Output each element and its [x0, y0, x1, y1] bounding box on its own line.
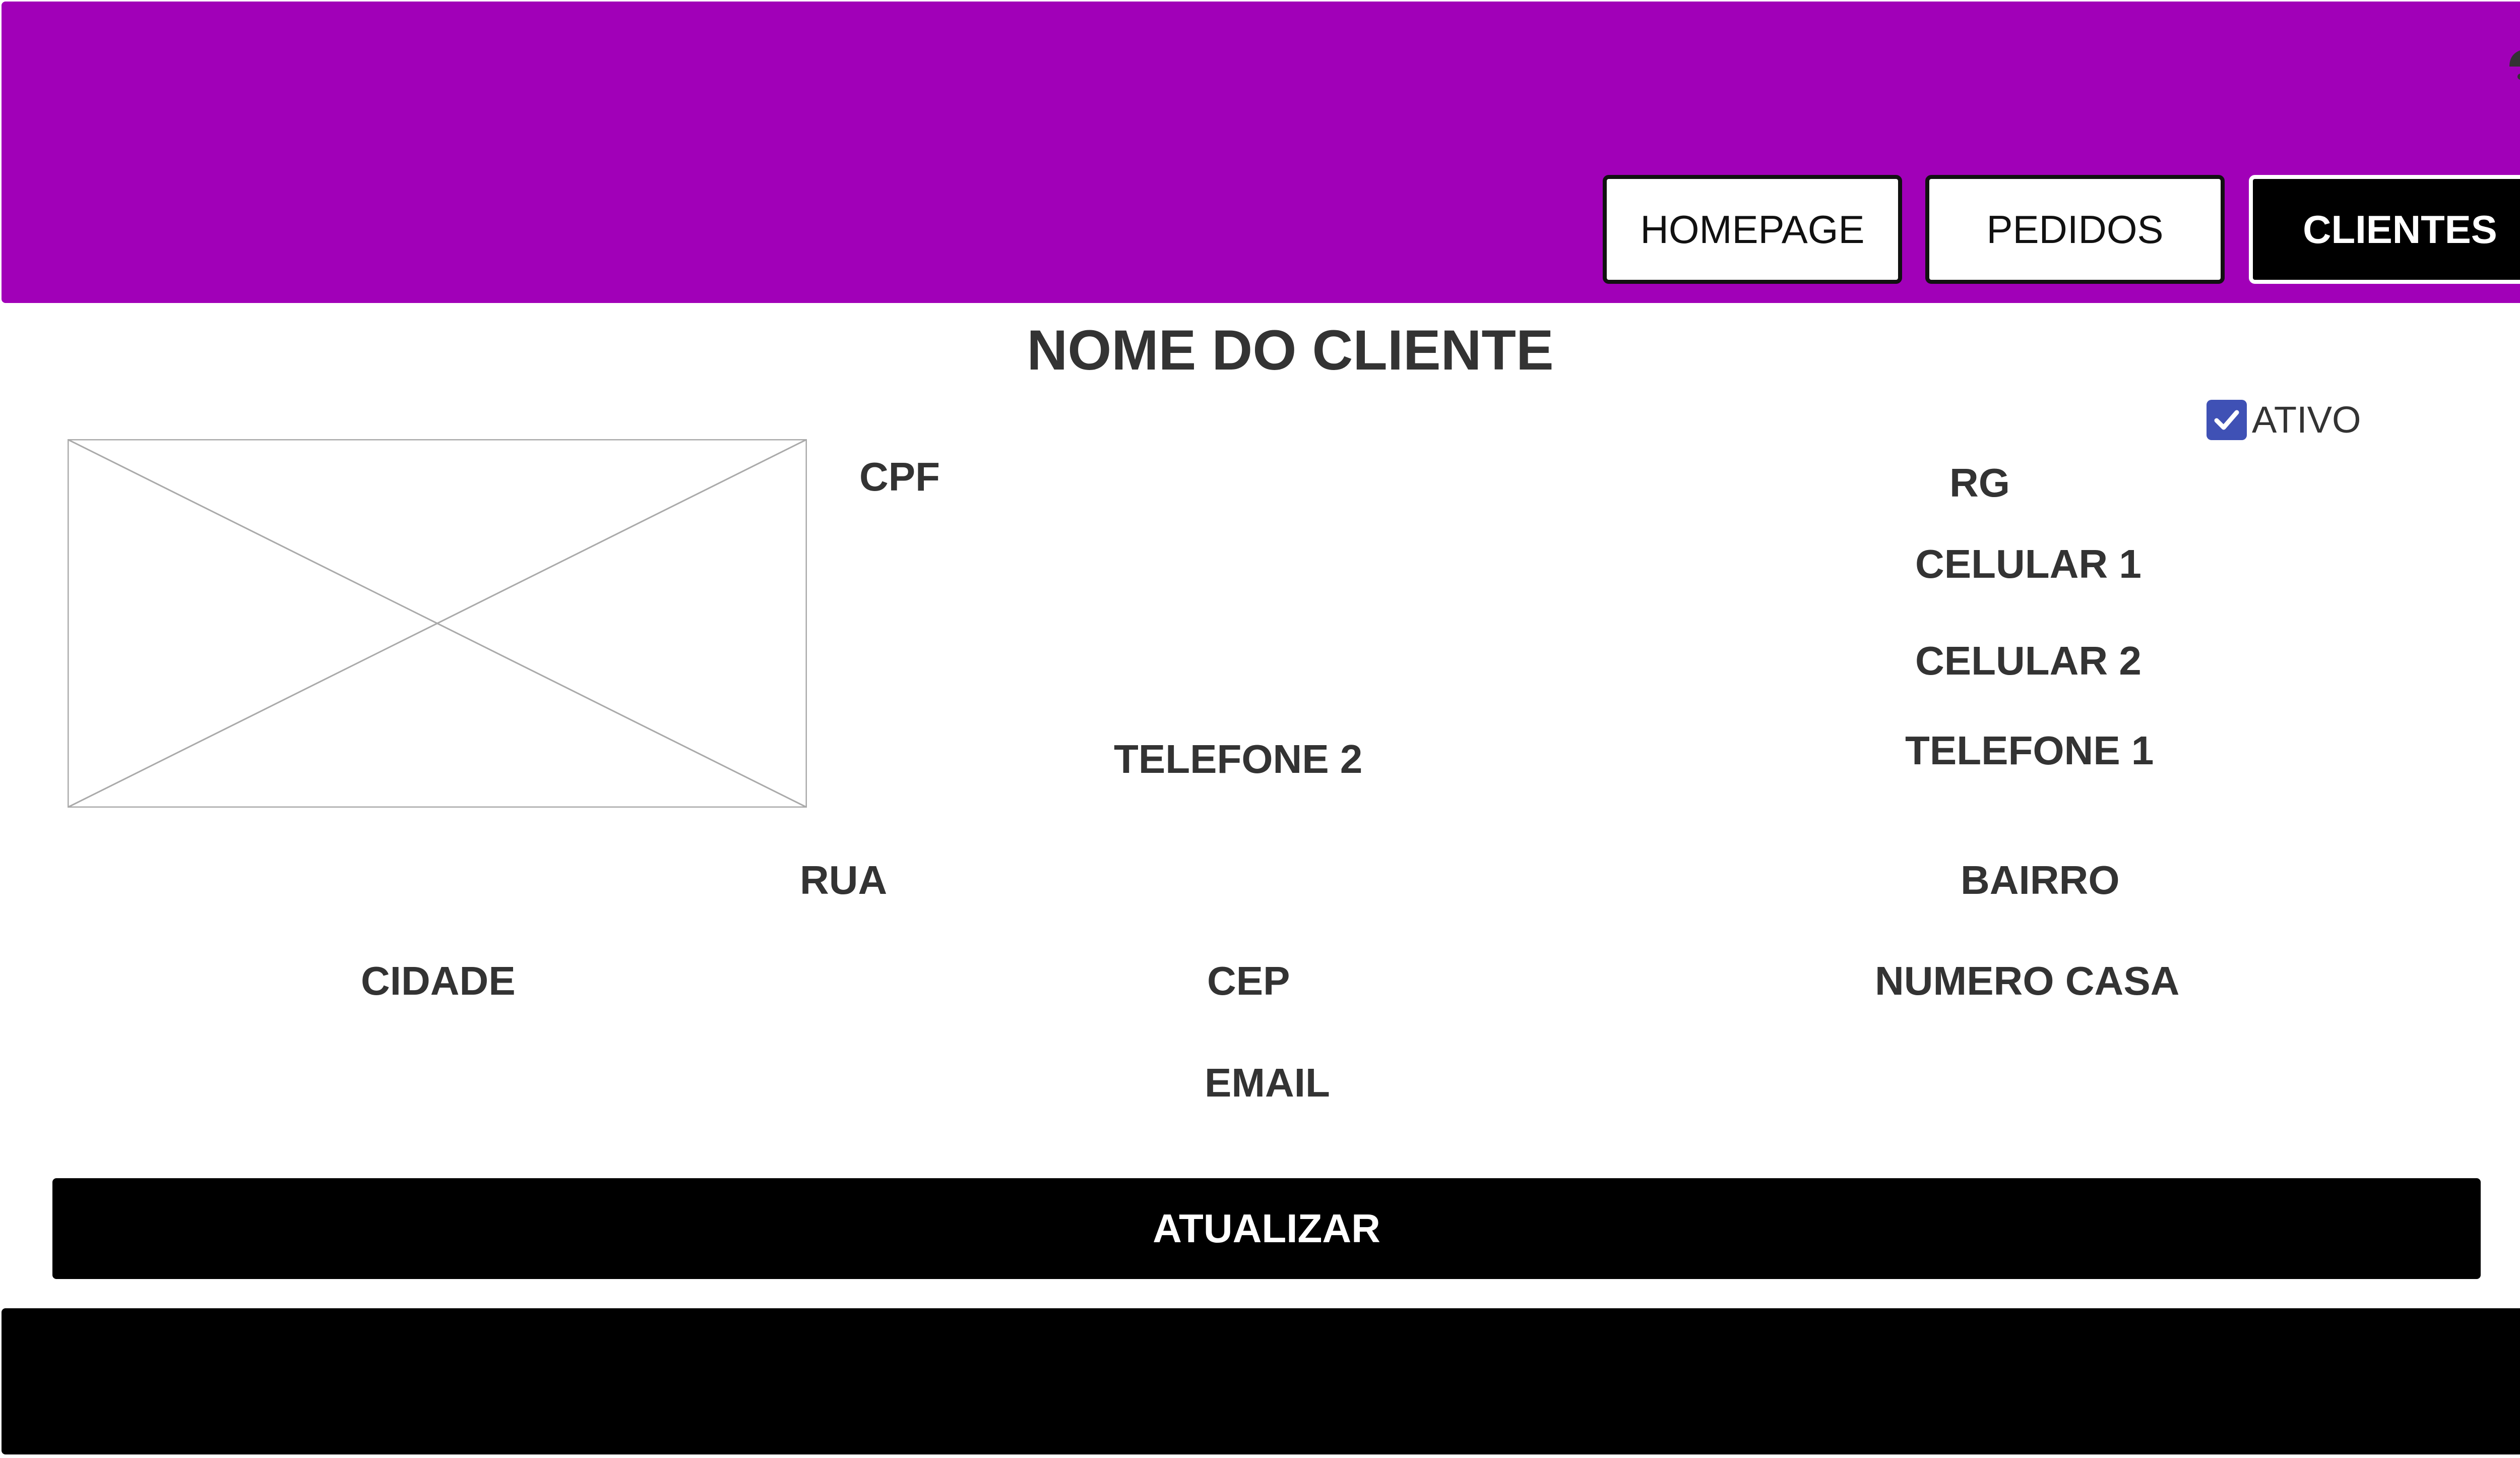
page: HOMEPAGE PEDIDOS CLIENTES NOME DO CLIENT…: [0, 0, 2520, 1458]
checkbox-checked-icon[interactable]: [2207, 399, 2247, 440]
field-telefone1-label: TELEFONE 1: [1905, 728, 2154, 773]
field-rg-label: RG: [1949, 460, 2010, 505]
nav-pedidos-button[interactable]: PEDIDOS: [1925, 175, 2225, 284]
atualizar-button[interactable]: ATUALIZAR: [52, 1178, 2481, 1279]
image-placeholder-icon: [67, 439, 807, 808]
ativo-checkbox[interactable]: ATIVO: [2207, 398, 2361, 441]
field-cidade-label: CIDADE: [361, 958, 516, 1003]
field-rua-label: RUA: [800, 858, 888, 902]
page-title: NOME DO CLIENTE: [1027, 319, 1554, 382]
field-numero-casa-label: NUMERO CASA: [1875, 958, 2180, 1003]
field-cep-label: CEP: [1207, 958, 1290, 1003]
field-celular1-label: CELULAR 1: [1915, 541, 2141, 586]
field-email-label: EMAIL: [1205, 1060, 1330, 1105]
nav-homepage-button[interactable]: HOMEPAGE: [1603, 175, 1902, 284]
ativo-label: ATIVO: [2252, 399, 2361, 441]
footer-bar: [2, 1308, 2520, 1454]
nav-clientes-button[interactable]: CLIENTES: [2249, 175, 2520, 284]
field-bairro-label: BAIRRO: [1961, 858, 2120, 902]
user-icon[interactable]: [2505, 16, 2520, 82]
field-cpf-label: CPF: [859, 454, 940, 499]
field-telefone2-label: TELEFONE 2: [1114, 737, 1363, 781]
field-celular2-label: CELULAR 2: [1915, 638, 2141, 683]
